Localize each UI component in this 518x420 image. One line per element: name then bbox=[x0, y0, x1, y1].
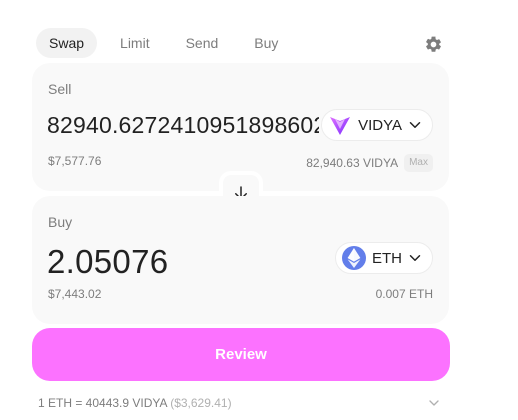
buy-panel: Buy 2.05076 ETH $7,443.02 0.007 ETH bbox=[32, 196, 449, 324]
max-button[interactable]: Max bbox=[404, 154, 433, 172]
chevron-down-icon bbox=[409, 255, 421, 261]
eth-token-icon bbox=[342, 246, 366, 270]
sell-balance-text: 82,940.63 VIDYA bbox=[306, 156, 399, 170]
review-button[interactable]: Review bbox=[32, 328, 450, 381]
sell-amount-input[interactable]: 82940.62724109518986029 bbox=[47, 112, 319, 139]
tab-send[interactable]: Send bbox=[173, 28, 232, 58]
chevron-down-icon bbox=[409, 122, 421, 128]
gear-icon[interactable] bbox=[424, 35, 443, 54]
buy-fiat-value: $7,443.02 bbox=[48, 287, 102, 301]
buy-label: Buy bbox=[48, 214, 73, 230]
vidya-token-icon bbox=[328, 113, 352, 137]
exchange-rate[interactable]: 1 ETH = 40443.9 VIDYA ($3,629.41) bbox=[38, 396, 232, 410]
sell-fiat-value: $7,577.76 bbox=[48, 154, 102, 168]
exchange-rate-text: 1 ETH = 40443.9 VIDYA bbox=[38, 396, 167, 410]
sell-token-symbol: VIDYA bbox=[358, 116, 402, 134]
buy-amount-input[interactable]: 2.05076 bbox=[47, 243, 319, 281]
chevron-down-icon[interactable] bbox=[426, 395, 442, 411]
buy-token-symbol: ETH bbox=[372, 249, 402, 267]
buy-balance: 0.007 ETH bbox=[376, 287, 433, 301]
tab-buy[interactable]: Buy bbox=[241, 28, 291, 58]
buy-balance-text: 0.007 ETH bbox=[375, 287, 433, 301]
swap-mode-tabs: Swap Limit Send Buy bbox=[36, 28, 301, 58]
sell-balance: 82,940.63 VIDYA Max bbox=[306, 154, 433, 172]
tab-limit[interactable]: Limit bbox=[107, 28, 163, 58]
sell-label: Sell bbox=[48, 81, 72, 97]
buy-token-selector[interactable]: ETH bbox=[335, 242, 433, 274]
tab-swap[interactable]: Swap bbox=[36, 28, 98, 58]
exchange-rate-fiat: ($3,629.41) bbox=[170, 396, 232, 410]
sell-token-selector[interactable]: VIDYA bbox=[321, 109, 433, 141]
